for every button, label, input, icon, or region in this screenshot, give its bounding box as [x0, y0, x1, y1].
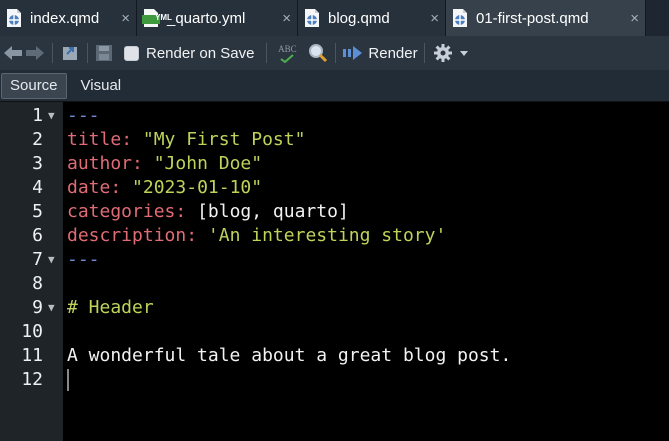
spellcheck-label: ABC [278, 43, 297, 54]
code-text: author: "John Doe" [67, 152, 262, 176]
line-number: 9 [32, 297, 43, 318]
line-number: 2 [32, 129, 43, 150]
code-line[interactable]: 6 description: 'An interesting story' [0, 224, 669, 248]
line-number: 3 [32, 153, 43, 174]
line-number: 4 [32, 177, 43, 198]
code-line[interactable]: 11 A wonderful tale about a great blog po… [0, 344, 669, 368]
gear-icon[interactable] [433, 41, 453, 65]
quarto-file-icon [7, 9, 21, 27]
code-text: --- [67, 248, 100, 272]
line-number: 5 [32, 201, 43, 222]
tab-blog-qmd[interactable]: blog.qmd × [298, 0, 446, 36]
markdown-text: A wonderful tale about a great blog post… [67, 345, 512, 366]
close-icon[interactable]: × [121, 10, 130, 27]
yml-badge-text: YML [155, 13, 172, 22]
code-text: description: 'An interesting story' [67, 224, 446, 248]
yaml-key: description [67, 225, 187, 246]
line-number: 12 [21, 369, 43, 390]
toolbar-divider [266, 43, 268, 63]
fold-chevron-icon[interactable]: ▼ [48, 296, 55, 320]
code-line[interactable]: 9 ▼ # Header [0, 296, 669, 320]
code-line[interactable]: 4 date: "2023-01-10" [0, 176, 669, 200]
back-arrow-icon[interactable] [2, 41, 24, 65]
code-line[interactable]: 3 author: "John Doe" [0, 152, 669, 176]
code-line[interactable]: 8 [0, 272, 669, 296]
code-line[interactable]: 5 categories: [blog, quarto] [0, 200, 669, 224]
editor-mode-bar: Source Visual [0, 70, 669, 102]
render-button[interactable]: Render [368, 45, 417, 62]
yaml-colon: : [110, 177, 133, 198]
yaml-key: date [67, 177, 111, 198]
code-text: A wonderful tale about a great blog post… [67, 344, 511, 368]
editor-tab-bar: index.qmd × _quarto.yml × blog.qmd × 01-… [0, 0, 669, 36]
line-number: 7 [32, 249, 43, 270]
code-editor[interactable]: 1 ▼ --- 2 title: "My First Post" 3 author: "Jo… [0, 102, 669, 441]
forward-arrow-icon[interactable] [24, 41, 46, 65]
save-icon[interactable] [94, 41, 114, 65]
line-number: 11 [21, 345, 43, 366]
markdown-heading: # Header [67, 297, 154, 318]
chevron-down-icon[interactable] [459, 41, 469, 65]
yaml-value: "2023-01-10" [132, 177, 263, 198]
tab-visual[interactable]: Visual [73, 73, 130, 99]
yaml-delimiter: --- [67, 105, 100, 126]
tab-01-first-post-qmd[interactable]: 01-first-post.qmd × [446, 0, 646, 36]
toolbar-divider [335, 43, 337, 63]
line-number: 6 [32, 225, 43, 246]
render-on-save-label[interactable]: Render on Save [146, 45, 254, 62]
code-line[interactable]: 2 title: "My First Post" [0, 128, 669, 152]
render-on-save-checkbox[interactable] [124, 45, 139, 61]
tab-source[interactable]: Source [1, 72, 67, 99]
yaml-key: title [67, 129, 122, 150]
spellcheck-icon[interactable]: ABC [273, 41, 301, 65]
close-icon[interactable]: × [630, 10, 639, 27]
tab-label: blog.qmd [328, 9, 390, 27]
yaml-value: "John Doe" [153, 153, 263, 174]
code-line[interactable]: 7 ▼ --- [0, 248, 669, 272]
text-cursor [67, 369, 69, 391]
quarto-file-icon [305, 9, 319, 27]
yaml-colon: : [132, 153, 154, 174]
yaml-value: 'An interesting story' [207, 225, 447, 246]
tab-index-qmd[interactable]: index.qmd × [0, 0, 137, 36]
show-in-window-icon[interactable] [59, 41, 81, 65]
yaml-delimiter: --- [67, 249, 100, 270]
yaml-colon: : [121, 129, 143, 150]
line-number: 8 [32, 273, 43, 294]
code-line[interactable]: 1 ▼ --- [0, 104, 669, 128]
toolbar-divider [52, 43, 53, 63]
code-text: title: "My First Post" [67, 128, 305, 152]
fold-chevron-icon[interactable]: ▼ [48, 248, 55, 272]
tab-label: index.qmd [30, 9, 100, 27]
find-replace-icon[interactable] [307, 41, 329, 65]
close-icon[interactable]: × [430, 10, 439, 27]
tab-label: _quarto.yml [167, 9, 246, 27]
yaml-value: [blog, quarto] [197, 201, 349, 222]
yaml-colon: : [175, 201, 198, 222]
render-arrow-icon[interactable] [342, 41, 364, 65]
yaml-key: categories [67, 201, 176, 222]
fold-chevron-icon[interactable]: ▼ [48, 104, 55, 128]
code-text: categories: [blog, quarto] [67, 200, 349, 224]
quarto-file-icon [453, 9, 467, 27]
close-icon[interactable]: × [282, 10, 291, 27]
line-number: 1 [32, 105, 43, 126]
yaml-colon: : [186, 225, 208, 246]
code-line[interactable]: 12 [0, 368, 669, 392]
tab-label: 01-first-post.qmd [476, 9, 589, 27]
code-text: --- [67, 104, 100, 128]
code-text: date: "2023-01-10" [67, 176, 262, 200]
yaml-value: "My First Post" [142, 129, 306, 150]
yaml-key: author [67, 153, 133, 174]
line-number: 10 [21, 321, 43, 342]
toolbar-divider [423, 43, 425, 63]
toolbar-divider [87, 43, 88, 63]
code-line[interactable]: 10 [0, 320, 669, 344]
editor-toolbar: Render on Save ABC Render [0, 36, 669, 70]
code-text: # Header [67, 296, 154, 320]
